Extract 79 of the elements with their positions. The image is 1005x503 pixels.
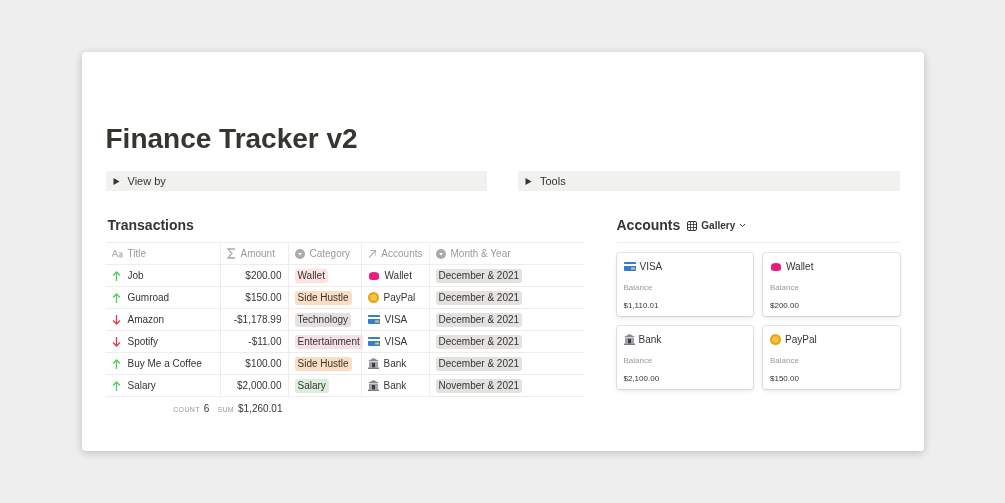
toggle-block[interactable]: View by [105,171,487,191]
triangle-icon [525,177,532,185]
sum-value: $1,260.01 [238,401,283,416]
balance-value: $1,110.01 [623,300,660,312]
title-cell[interactable]: Gumroad [127,290,170,305]
title-cell[interactable]: Spotify [127,334,159,349]
arrow-up-icon [111,380,121,391]
account-name: PayPal [785,333,817,347]
account-name: Wallet [786,260,814,274]
select-type-icon [294,248,305,259]
account-card[interactable]: VISA Balance $1,110.01 [616,253,753,316]
chevron-down-icon [739,223,747,228]
bank-icon [623,334,635,345]
title-cell[interactable]: Job [127,268,144,283]
section-title: Transactions [106,216,195,235]
arrow-down-icon [111,314,121,325]
month-tag: December & 2021 [435,312,523,327]
bank-icon [367,380,379,391]
account-link[interactable]: VISA [384,312,408,327]
credit-card-icon [623,262,636,271]
toggle-block[interactable]: Tools [518,171,900,191]
month-tag: December & 2021 [435,356,523,371]
balance-label: Balance [770,282,800,294]
category-tag: Entertainment [294,334,363,349]
arrow-up-right-icon [367,248,377,259]
month-tag: December & 2021 [435,268,523,283]
amount-cell-text: $150.00 [245,291,282,305]
triangle-icon [112,177,120,185]
amount-cell-text: -$1,178.99 [233,313,282,327]
amount-cell-text: -$11.00 [248,335,282,349]
coin-icon [367,292,379,303]
category-tag: Side Hustle [294,356,352,371]
title-cell[interactable]: Amazon [127,312,165,327]
balance-value: $2,100.00 [623,373,661,385]
month-tag: December & 2021 [435,290,523,305]
arrow-up-icon [111,270,121,281]
credit-card-icon [367,315,380,324]
balance-value: $150.00 [770,373,800,385]
account-card[interactable]: Wallet Balance $200.00 [763,253,900,316]
account-name: VISA [639,260,663,274]
page-title: Finance Tracker v2 [105,122,359,156]
category-tag: Wallet [294,268,328,283]
amount-cell-text: $2,000.00 [237,379,282,393]
arrow-up-icon [111,292,121,303]
balance-value: $200.00 [770,300,800,312]
category-tag: Salary [294,378,329,393]
account-card[interactable]: PayPal Balance $150.00 [763,326,900,389]
count-value: 6 [203,401,210,416]
category-tag: Technology [294,312,352,327]
balance-label: Balance [623,355,654,367]
amount-cell-text: $200.00 [245,269,282,283]
category-tag: Side Hustle [294,290,352,305]
text-type-icon [111,249,123,258]
title-cell[interactable]: Salary [127,378,156,393]
balance-label: Balance [623,282,654,294]
account-card[interactable]: Bank Balance $2,100.00 [616,326,753,389]
credit-card-icon [367,337,380,346]
grid-icon [687,220,698,231]
arrow-up-icon [111,358,121,369]
title-cell[interactable]: Buy Me a Coffee [127,356,202,371]
sigma-icon [226,248,236,259]
bank-icon [367,358,379,369]
month-tag: December & 2021 [435,334,523,349]
balance-label: Balance [770,355,800,367]
account-link[interactable]: VISA [384,334,408,349]
month-tag: November & 2021 [435,378,523,393]
account-name: Bank [638,333,662,347]
amount-cell-text: $100.00 [245,357,282,371]
account-link[interactable]: Bank [383,378,407,393]
select-type-icon [435,248,446,259]
section-title: Accounts [616,216,681,235]
account-link[interactable]: Bank [383,356,407,371]
account-link[interactable]: PayPal [383,290,416,305]
account-link[interactable]: Wallet [384,268,412,283]
coin-icon [770,334,781,345]
view-switcher[interactable]: Gallery [687,218,747,233]
arrow-down-icon [111,336,121,347]
purse-icon [770,262,782,271]
purse-icon [367,271,380,280]
